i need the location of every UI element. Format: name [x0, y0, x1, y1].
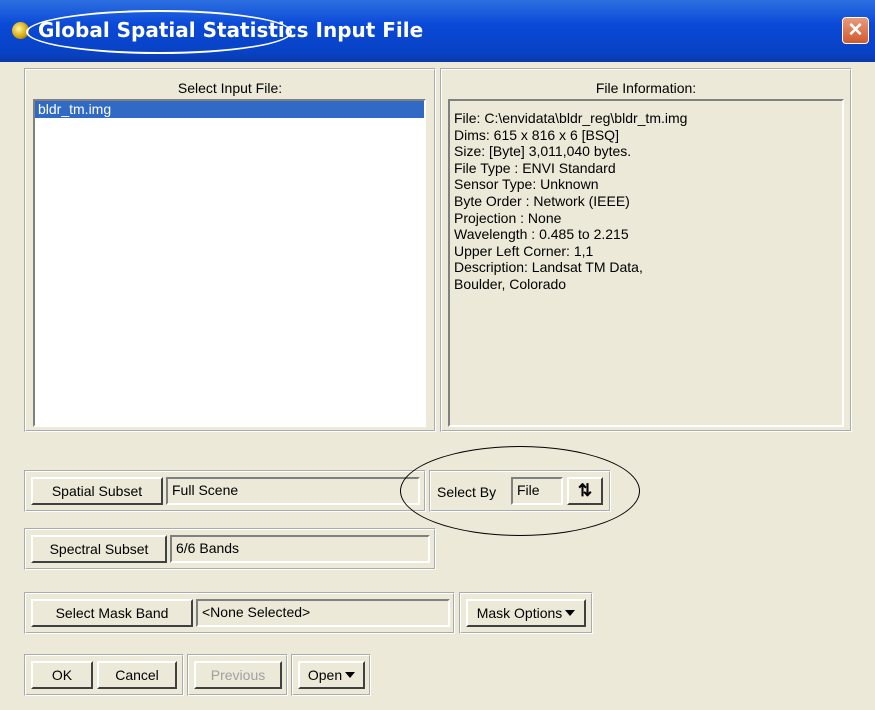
- open-label: Open: [307, 667, 343, 683]
- open-group: Open: [291, 654, 371, 696]
- cancel-button[interactable]: Cancel: [97, 661, 177, 689]
- mask-group: Select Mask Band <None Selected>: [24, 592, 455, 634]
- info-line: Wavelength : 0.485 to 2.215: [454, 226, 629, 243]
- file-info-panel: File Information: File: C:\envidata\bldr…: [440, 68, 852, 432]
- previous-group: Previous: [187, 654, 288, 696]
- list-item[interactable]: bldr_tm.img: [35, 101, 424, 118]
- dialog-window: Global Spatial Statistics Input File ✕ S…: [0, 0, 875, 710]
- info-line: Dims: 615 x 816 x 6 [BSQ]: [454, 126, 619, 143]
- select-input-header: Select Input File:: [177, 80, 283, 96]
- previous-button[interactable]: Previous: [194, 661, 282, 689]
- spectral-subset-value: 6/6 Bands: [176, 540, 240, 556]
- select-mask-band-button[interactable]: Select Mask Band: [31, 599, 193, 627]
- info-line: Description: Landsat TM Data,: [454, 259, 643, 276]
- mask-band-value: <None Selected>: [202, 604, 311, 620]
- info-line: File: C:\envidata\bldr_reg\bldr_tm.img: [454, 110, 688, 126]
- info-line: Sensor Type: Unknown: [454, 176, 599, 193]
- dropdown-arrow-icon: [345, 672, 356, 678]
- spectral-subset-group: Spectral Subset 6/6 Bands: [24, 528, 436, 570]
- ok-button[interactable]: OK: [31, 661, 93, 689]
- file-list[interactable]: bldr_tm.img: [33, 99, 426, 427]
- info-line: Size: [Byte] 3,011,040 bytes.: [454, 143, 632, 160]
- mask-options-group: Mask Options: [459, 592, 593, 634]
- spatial-subset-button[interactable]: Spatial Subset: [31, 477, 163, 505]
- spectral-subset-button[interactable]: Spectral Subset: [31, 535, 167, 563]
- file-info-header: File Information:: [595, 80, 697, 96]
- info-line: File Type : ENVI Standard: [454, 159, 616, 176]
- select-input-panel: Select Input File: bldr_tm.img: [24, 68, 436, 432]
- title-bar[interactable]: Global Spatial Statistics Input File ✕: [0, 0, 875, 62]
- ok-cancel-group: OK Cancel: [24, 654, 184, 696]
- info-line: Upper Left Corner: 1,1: [454, 242, 594, 259]
- info-line: Boulder, Colorado: [454, 275, 567, 292]
- spatial-subset-group: Spatial Subset Full Scene: [24, 470, 426, 512]
- info-line: Projection : None: [454, 209, 562, 226]
- close-button[interactable]: ✕: [842, 17, 869, 44]
- spectral-subset-field: 6/6 Bands: [170, 535, 430, 563]
- spatial-subset-field: Full Scene: [166, 477, 420, 505]
- mask-band-field: <None Selected>: [196, 599, 450, 627]
- mask-options-label: Mask Options: [476, 605, 563, 621]
- info-line: Byte Order : Network (IEEE): [454, 192, 630, 209]
- select-by-highlight-ellipse: [400, 446, 640, 536]
- dropdown-arrow-icon: [565, 610, 576, 616]
- open-button[interactable]: Open: [298, 661, 365, 689]
- dialog-body: Select Input File: bldr_tm.img File Info…: [0, 62, 875, 710]
- file-info-text: File: C:\envidata\bldr_reg\bldr_tm.img D…: [448, 99, 844, 427]
- mask-options-button[interactable]: Mask Options: [466, 599, 586, 627]
- title-highlight-ellipse: [26, 10, 292, 54]
- spatial-subset-value: Full Scene: [172, 482, 239, 498]
- close-icon: ✕: [847, 20, 864, 41]
